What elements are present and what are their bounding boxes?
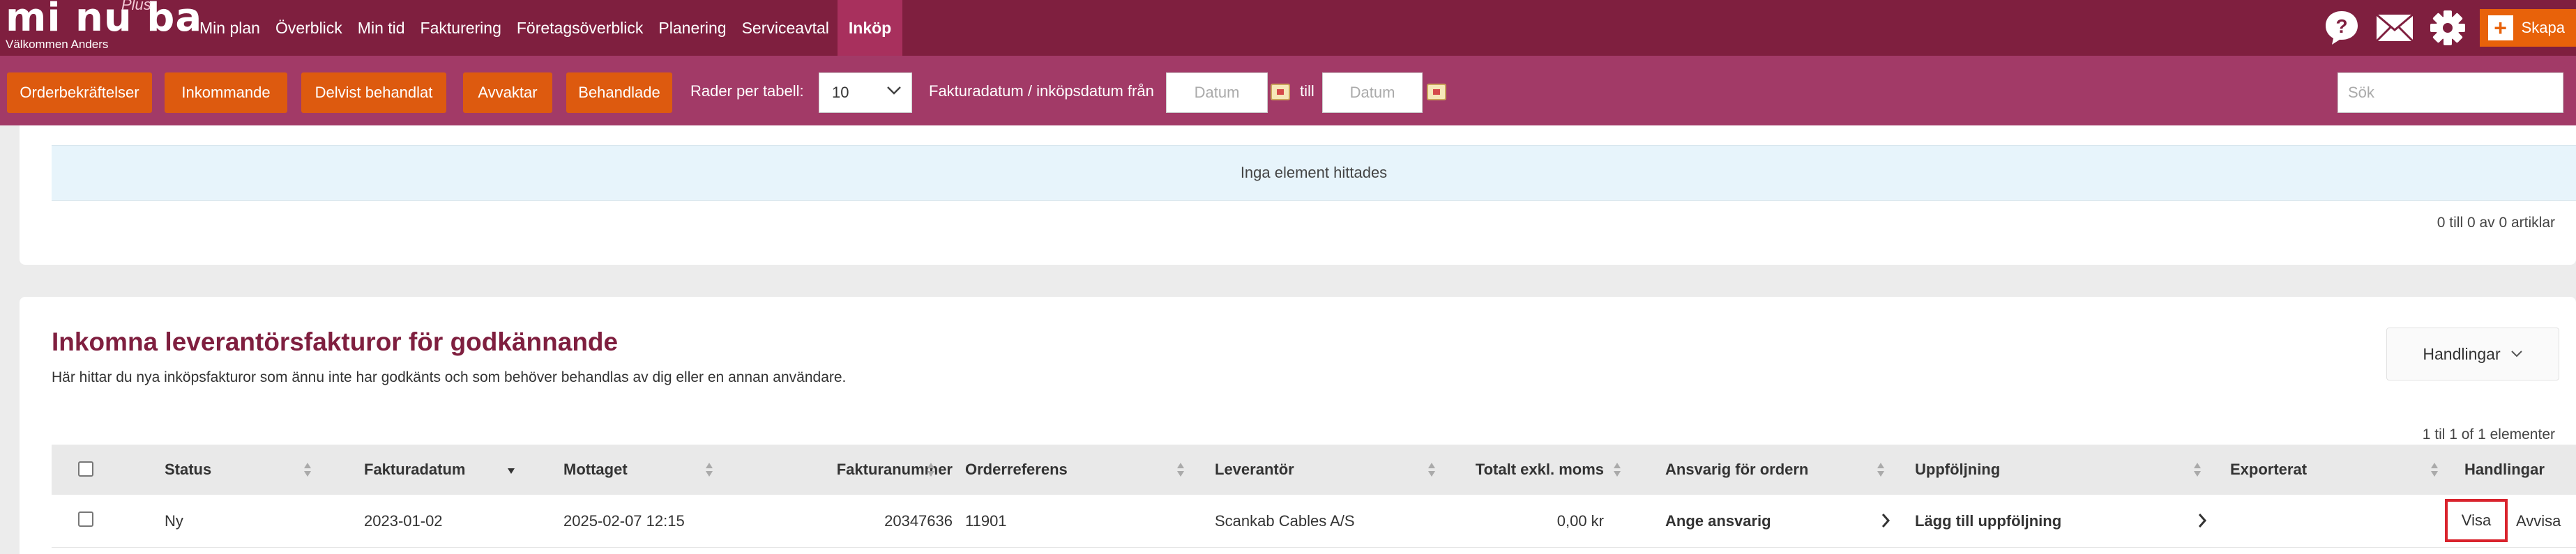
view-button[interactable]: Visa: [2445, 499, 2508, 542]
help-icon[interactable]: ?: [2321, 7, 2363, 49]
sort-icon[interactable]: [1876, 463, 1886, 478]
incoming-invoices-panel: Inkomna leverantörsfakturor för godkänna…: [20, 297, 2576, 554]
invoice-date-cell: 2023-01-02: [364, 511, 443, 530]
col-invoice-date[interactable]: Fakturadatum: [364, 445, 465, 495]
to-label: till: [1300, 82, 1314, 100]
sort-icon[interactable]: [1176, 463, 1185, 478]
plus-icon: +: [2487, 15, 2513, 40]
menu-item-serviceavtal[interactable]: Serviceavtal: [735, 0, 836, 56]
menu-item-min-tid[interactable]: Min tid: [351, 0, 412, 56]
chevron-right-icon[interactable]: [2198, 513, 2206, 528]
sort-desc-icon[interactable]: [506, 463, 516, 478]
date-range-label: Fakturadatum / inköpsdatum från: [929, 82, 1154, 100]
logo-text: mi nu ba: [6, 0, 203, 40]
create-button[interactable]: + Skapa: [2479, 9, 2576, 47]
view-button-label: Visa: [2461, 511, 2492, 529]
section-title: Inkomna leverantörsfakturor för godkänna…: [52, 328, 619, 356]
filter-incoming-button[interactable]: Inkommande: [165, 72, 287, 113]
rows-per-table-select[interactable]: 10: [819, 72, 912, 113]
element-count: 1 til 1 of 1 elementer: [2422, 426, 2555, 443]
actions-dropdown[interactable]: Handlingar: [2386, 328, 2559, 380]
reject-button[interactable]: Avvisa: [2516, 495, 2561, 547]
calendar-icon[interactable]: [1427, 84, 1446, 100]
assign-responsible-link[interactable]: Ange ansvarig: [1665, 495, 1771, 547]
search-input[interactable]: Sök: [2338, 72, 2563, 113]
filter-processed-button[interactable]: Behandlade: [566, 72, 672, 113]
col-status[interactable]: Status: [165, 445, 211, 495]
logo-plus-label: Plus: [121, 0, 151, 13]
sort-icon[interactable]: [303, 463, 312, 478]
menu-item-planering[interactable]: Planering: [651, 0, 733, 56]
gear-icon[interactable]: [2427, 7, 2469, 49]
empty-table-row: Inga element hittades: [52, 145, 2576, 201]
filter-bar: Orderbekräftelser Inkommande Delvist beh…: [0, 56, 2576, 125]
date-from-input[interactable]: Datum: [1166, 72, 1268, 113]
chevron-down-icon: [2510, 351, 2522, 357]
order-ref-cell: 11901: [965, 511, 1007, 530]
chevron-down-icon: [887, 86, 901, 95]
sort-icon[interactable]: [2192, 463, 2202, 478]
top-navigation: mi nu ba Plus Välkommen Anders Min plan …: [0, 0, 2576, 56]
total-cell: 0,00 kr: [1556, 511, 1604, 530]
col-followup[interactable]: Uppföljning: [1915, 445, 2000, 495]
filter-order-confirmations-button[interactable]: Orderbekräftelser: [7, 72, 152, 113]
menu-item-min-plan[interactable]: Min plan: [192, 0, 267, 56]
select-all-checkbox[interactable]: [78, 461, 93, 477]
filter-partially-processed-button[interactable]: Delvist behandlat: [301, 72, 446, 113]
add-followup-link[interactable]: Lägg till uppföljning: [1915, 495, 2061, 547]
chevron-right-icon[interactable]: [1881, 513, 1890, 528]
previous-table-panel: Inga element hittades 0 till 0 av 0 arti…: [20, 105, 2576, 265]
row-checkbox[interactable]: [78, 511, 93, 527]
col-responsible[interactable]: Ansvarig för ordern: [1665, 445, 1808, 495]
invoice-number-cell: 20347636: [884, 511, 953, 530]
table-header: Status Fakturadatum Mottaget Fakturanumm…: [52, 445, 2576, 495]
col-received[interactable]: Mottaget: [563, 445, 628, 495]
rows-per-table-value: 10: [832, 84, 849, 101]
menu-item-inkop[interactable]: Inköp: [837, 0, 903, 56]
received-cell: 2025-02-07 12:15: [563, 511, 685, 530]
create-button-label: Skapa: [2521, 19, 2565, 36]
rows-per-table-label: Rader per tabell:: [690, 82, 804, 100]
actions-dropdown-label: Handlingar: [2423, 344, 2501, 363]
col-supplier[interactable]: Leverantör: [1215, 445, 1294, 495]
menu-item-foretagsoverblick[interactable]: Företagsöverblick: [510, 0, 651, 56]
sort-icon[interactable]: [926, 463, 936, 478]
col-total[interactable]: Totalt exkl. moms: [1476, 445, 1604, 495]
status-cell: Ny: [165, 511, 183, 530]
menu-item-overblick[interactable]: Överblick: [268, 0, 349, 56]
supplier-cell: Scankab Cables A/S: [1215, 511, 1355, 530]
top-icons: ? + Skapa: [2321, 0, 2576, 56]
col-exported[interactable]: Exporterat: [2230, 445, 2307, 495]
table-row: Ny 2023-01-02 2025-02-07 12:15 20347636 …: [52, 495, 2576, 548]
empty-message: Inga element hittades: [1240, 164, 1388, 181]
svg-text:?: ?: [2335, 15, 2347, 37]
filter-pending-button[interactable]: Avvaktar: [463, 72, 552, 113]
calendar-icon[interactable]: [1271, 84, 1290, 100]
main-menu: Min plan Överblick Min tid Fakturering F…: [192, 0, 904, 56]
menu-item-fakturering[interactable]: Fakturering: [414, 0, 508, 56]
col-order-ref[interactable]: Orderreferens: [965, 445, 1068, 495]
sort-icon[interactable]: [1427, 463, 1437, 478]
sort-icon[interactable]: [2430, 463, 2439, 478]
mail-icon[interactable]: [2374, 7, 2416, 49]
welcome-text: Välkommen Anders: [6, 38, 109, 51]
item-count: 0 till 0 av 0 artiklar: [2437, 215, 2555, 231]
sort-icon[interactable]: [704, 463, 714, 478]
section-description: Här hittar du nya inköpsfakturor som änn…: [52, 369, 847, 385]
sort-icon[interactable]: [1612, 463, 1622, 478]
col-actions: Handlingar: [2464, 461, 2545, 478]
date-to-input[interactable]: Datum: [1322, 72, 1423, 113]
